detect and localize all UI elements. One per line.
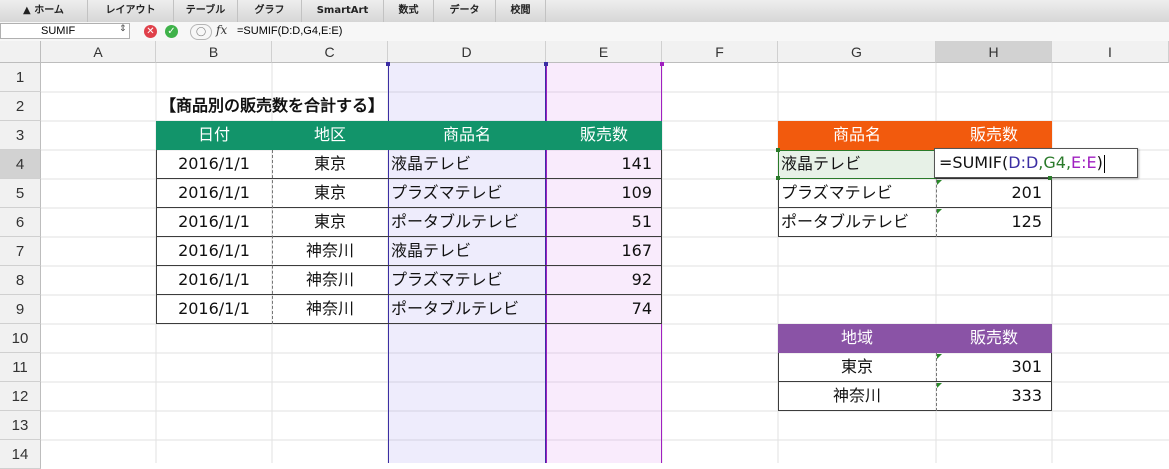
table3-header-region[interactable]: 地域 [778,324,936,353]
range-handle-e-right[interactable] [660,62,664,66]
row-header-14[interactable]: 14 [0,440,41,469]
column-header-b[interactable]: B [156,41,272,63]
table1-cell[interactable]: 液晶テレビ [388,150,546,179]
table1-cell[interactable]: 東京 [272,150,388,179]
table1-cell[interactable]: 神奈川 [272,237,388,266]
column-header-c[interactable]: C [272,41,388,63]
table2-cell[interactable]: 125 [936,208,1052,237]
column-header-g[interactable]: G [778,41,936,63]
range-handle-d-right[interactable] [544,62,548,66]
ref-handle-g4[interactable] [1048,176,1052,180]
formula-part-close: ) [1096,153,1103,172]
column-header-a[interactable]: A [41,41,156,63]
table1-cell[interactable]: ポータブルテレビ [388,208,546,237]
table1-cell[interactable]: 神奈川 [272,295,388,324]
row-header-2[interactable]: 2 [0,92,41,121]
formula-ref-d: D:D [1008,153,1039,172]
table1-cell[interactable]: 東京 [272,208,388,237]
error-indicator-icon [937,383,942,388]
table1-cell[interactable]: プラズマテレビ [388,266,546,295]
table2-header-sales[interactable]: 販売数 [936,121,1052,150]
row-header-3[interactable]: 3 [0,121,41,150]
formula-part-func: =SUMIF( [939,153,1009,172]
row-header-11[interactable]: 11 [0,353,41,382]
row-header-7[interactable]: 7 [0,237,41,266]
row-header-9[interactable]: 9 [0,295,41,324]
table1-header-sales[interactable]: 販売数 [546,121,662,150]
table1-cell[interactable]: 神奈川 [272,266,388,295]
table1-cell[interactable]: 2016/1/1 [156,266,272,295]
row-header-5[interactable]: 5 [0,179,41,208]
table2-header-product[interactable]: 商品名 [778,121,936,150]
ref-handle-g4[interactable] [776,148,780,152]
table1-cell[interactable]: 51 [546,208,662,237]
table1-header-product[interactable]: 商品名 [388,121,546,150]
column-header-f[interactable]: F [662,41,778,63]
table1-cell[interactable]: 167 [546,237,662,266]
row-header-8[interactable]: 8 [0,266,41,295]
table1-cell[interactable]: 141 [546,150,662,179]
table1-cell[interactable]: 東京 [272,179,388,208]
error-indicator-icon [937,354,942,359]
table1-cell[interactable]: 2016/1/1 [156,150,272,179]
error-indicator-icon [937,209,942,214]
table1-cell[interactable]: 2016/1/1 [156,208,272,237]
column-header-h[interactable]: H [936,41,1052,63]
table1-header-area[interactable]: 地区 [272,121,388,150]
ref-handle-g4[interactable] [776,176,780,180]
formula-ref-g4: ,G4, [1038,153,1072,172]
table1-cell[interactable]: プラズマテレビ [388,179,546,208]
table1-header-date[interactable]: 日付 [156,121,272,150]
table2-cell[interactable]: 液晶テレビ [778,150,936,179]
row-header-10[interactable]: 10 [0,324,41,353]
row-header-4[interactable]: 4 [0,150,41,179]
text-cursor [1103,154,1105,173]
row-header-1[interactable]: 1 [0,63,41,92]
formula-ref-e: E:E [1071,153,1097,172]
table1-cell[interactable]: 2016/1/1 [156,179,272,208]
table3-cell[interactable]: 333 [936,382,1052,411]
table1-cell[interactable]: 92 [546,266,662,295]
table3-cell[interactable]: 301 [936,353,1052,382]
select-all-corner[interactable] [0,41,41,63]
table3-header-sales[interactable]: 販売数 [936,324,1052,353]
table3-cell[interactable]: 神奈川 [778,382,936,411]
table2-cell[interactable]: プラズマテレビ [778,179,936,208]
range-handle-d-left[interactable] [386,62,390,66]
row-header-12[interactable]: 12 [0,382,41,411]
table3-cell[interactable]: 東京 [778,353,936,382]
table2-cell[interactable]: 201 [936,179,1052,208]
table1-cell[interactable]: 液晶テレビ [388,237,546,266]
row-header-6[interactable]: 6 [0,208,41,237]
row-header-13[interactable]: 13 [0,411,41,440]
active-cell-editor[interactable]: =SUMIF(D:D,G4,E:E) [934,148,1138,178]
error-indicator-icon [937,180,942,185]
table2-cell[interactable]: ポータブルテレビ [778,208,936,237]
table1-cell[interactable]: 109 [546,179,662,208]
column-header-d[interactable]: D [388,41,546,63]
table1-cell[interactable]: 74 [546,295,662,324]
table1-cell[interactable]: 2016/1/1 [156,295,272,324]
column-header-e[interactable]: E [546,41,662,63]
table1-cell[interactable]: 2016/1/1 [156,237,272,266]
sheet-title[interactable]: 【商品別の販売数を合計する】 [160,92,384,121]
table1-cell[interactable]: ポータブルテレビ [388,295,546,324]
column-header-i[interactable]: I [1052,41,1169,63]
